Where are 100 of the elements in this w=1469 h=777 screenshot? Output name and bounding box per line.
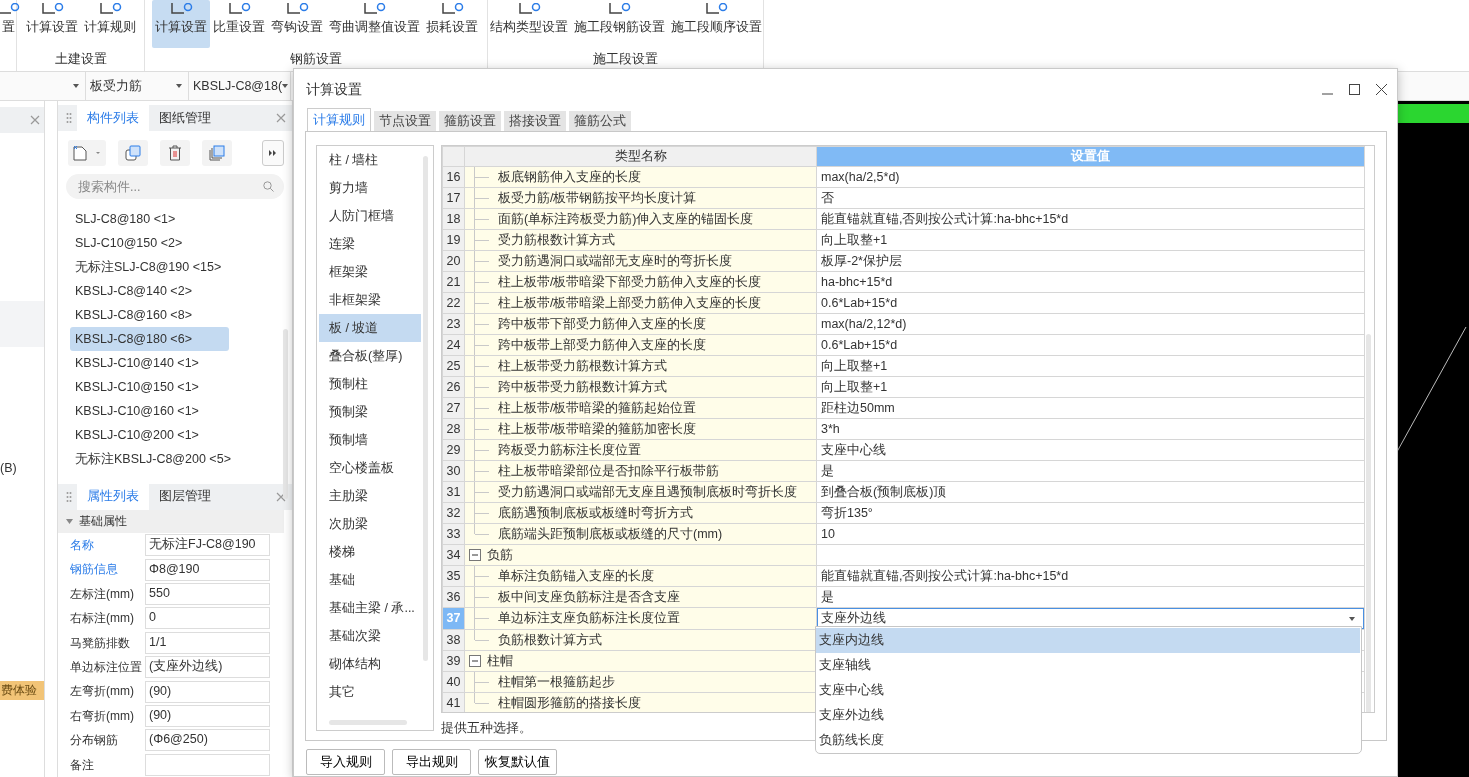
ribbon-button[interactable]: 结构类型设置 [486,0,571,48]
property-field[interactable]: 0 [145,607,270,630]
property-field[interactable] [145,753,270,776]
category-item[interactable]: 柱 / 墙柱 [319,146,421,174]
scrollbar[interactable] [283,329,288,500]
panel-tab[interactable]: 属性列表 [77,483,149,510]
component-item[interactable]: KBSLJ-C8@140 <2> [70,279,229,304]
category-item[interactable]: 框架梁 [319,258,421,286]
category-item[interactable]: 砌体结构 [319,650,421,678]
dialog-button[interactable]: 导入规则 [306,749,385,775]
property-field[interactable]: (90) [145,705,270,727]
category-item[interactable]: 非框架梁 [319,286,421,314]
category-item[interactable]: 预制柱 [319,370,421,398]
setting-value: max(ha/2,12*d) [816,313,1365,335]
tab[interactable]: 节点设置 [374,111,436,131]
dialog-button[interactable]: 恢复默认值 [478,749,557,775]
dropdown-option[interactable]: 支座轴线 [816,653,1360,678]
promo-badge[interactable]: 费体验 [0,681,44,700]
dropdown[interactable]: 板受力筋 [86,72,189,100]
ribbon-button[interactable]: 置 [0,0,23,48]
component-item[interactable]: SLJ-C10@150 <2> [70,231,229,256]
layer-copy-button[interactable] [202,140,232,166]
dropdown-option[interactable]: 负筋线长度 [816,728,1360,753]
category-item[interactable]: 空心楼盖板 [319,454,421,482]
row-number: 17 [442,187,465,209]
scrollbar[interactable] [1366,334,1371,712]
dropdown-option[interactable]: 支座中心线 [816,678,1360,703]
expand-button[interactable] [262,140,284,166]
category-item[interactable]: 叠合板(整厚) [319,342,421,370]
component-item[interactable]: 无标注SLJ-C8@190 <15> [70,255,229,280]
dropdown-option[interactable]: 支座内边线 [816,628,1360,653]
maximize-icon[interactable] [1349,83,1360,95]
component-item[interactable]: KBSLJ-C10@160 <1> [70,399,229,424]
tab[interactable]: 搭接设置 [504,111,566,131]
property-field[interactable]: Φ8@190 [145,558,270,581]
category-item[interactable]: 楼梯 [319,538,421,566]
ribbon-button[interactable]: 施工段钢筋设置 [570,0,668,48]
category-item[interactable]: 剪力墙 [319,174,421,202]
property-field[interactable]: 无标注FJ-C8@190 [145,534,270,557]
group-label: 施工段设置 [593,52,658,67]
ribbon-button[interactable]: 损耗设置 [422,0,481,48]
setting-value: 向上取整+1 [816,355,1365,377]
search-field[interactable]: 搜索构件... [66,174,284,200]
category-item[interactable]: 人防门框墙 [319,202,421,230]
property-field[interactable]: (Φ6@250) [145,729,270,752]
new-button[interactable] [68,140,106,166]
component-item[interactable]: KBSLJ-C10@150 <1> [70,375,229,400]
category-item[interactable]: 基础主梁 / 承... [319,594,421,622]
property-field[interactable]: 550 [145,583,270,606]
category-item[interactable]: 基础 [319,566,421,594]
scrollbar[interactable] [423,156,428,661]
delete-button[interactable] [160,140,190,166]
collapse-icon[interactable] [469,548,481,561]
category-item[interactable]: 其它 [319,678,421,706]
caret-icon [282,84,289,88]
tab[interactable]: 箍筋公式 [569,111,631,131]
ribbon-button[interactable]: 计算规则 [80,0,139,48]
setting-value: 向上取整+1 [816,376,1365,398]
collapse-icon[interactable] [66,518,73,524]
ribbon-button[interactable]: 弯钩设置 [267,0,326,48]
category-item[interactable]: 板 / 坡道 [319,314,421,342]
ribbon-button[interactable]: 计算设置 [22,0,81,48]
row-number: 16 [442,166,465,188]
component-item[interactable]: SLJ-C8@180 <1> [70,207,229,232]
copy-button[interactable] [118,140,148,166]
ribbon-button[interactable]: 比重设置 [209,0,268,48]
tab[interactable]: 计算规则 [307,108,371,131]
setting-name: 单标注负筋锚入支座的长度 [464,565,817,587]
close-icon[interactable] [1376,83,1387,95]
panel-tab[interactable]: 图纸管理 [149,105,221,131]
dropdown[interactable]: KBSLJ-C8@18( [189,72,291,100]
category-item[interactable]: 预制墙 [319,426,421,454]
component-item[interactable]: KBSLJ-C8@180 <6> [70,327,229,352]
property-label: 右标注(mm) [69,611,135,626]
property-field[interactable]: 1/1 [145,631,270,654]
search-input[interactable]: 搜索构件... [76,174,263,199]
component-item[interactable]: KBSLJ-C8@160 <8> [70,303,229,328]
property-field[interactable]: (支座外边线) [145,656,270,679]
row-number: 22 [442,292,465,314]
ribbon-button[interactable]: 计算设置 [151,0,210,48]
category-item[interactable]: 预制梁 [319,398,421,426]
dialog-button[interactable]: 导出规则 [392,749,471,775]
search-icon [263,181,274,193]
category-item[interactable]: 主肋梁 [319,482,421,510]
panel-tab[interactable]: 图层管理 [149,483,221,510]
ribbon-button[interactable]: 弯曲调整值设置 [325,0,423,48]
dropdown-option[interactable]: 支座外边线 [816,703,1360,728]
property-field[interactable]: (90) [145,680,270,703]
scrollbar[interactable] [329,720,407,725]
group-label: 土建设置 [54,52,107,67]
tab[interactable]: 箍筋设置 [439,111,501,131]
category-item[interactable]: 基础次梁 [319,622,421,650]
category-item[interactable]: 次肋梁 [319,510,421,538]
component-item[interactable]: KBSLJ-C10@200 <1> [70,423,229,448]
collapse-icon[interactable] [469,654,481,667]
component-item[interactable]: 无标注KBSLJ-C8@200 <5> [70,447,229,472]
component-item[interactable]: KBSLJ-C10@140 <1> [70,351,229,376]
ribbon-button[interactable]: 施工段顺序设置 [667,0,765,48]
panel-tab[interactable]: 构件列表 [77,105,149,131]
category-item[interactable]: 连梁 [319,230,421,258]
